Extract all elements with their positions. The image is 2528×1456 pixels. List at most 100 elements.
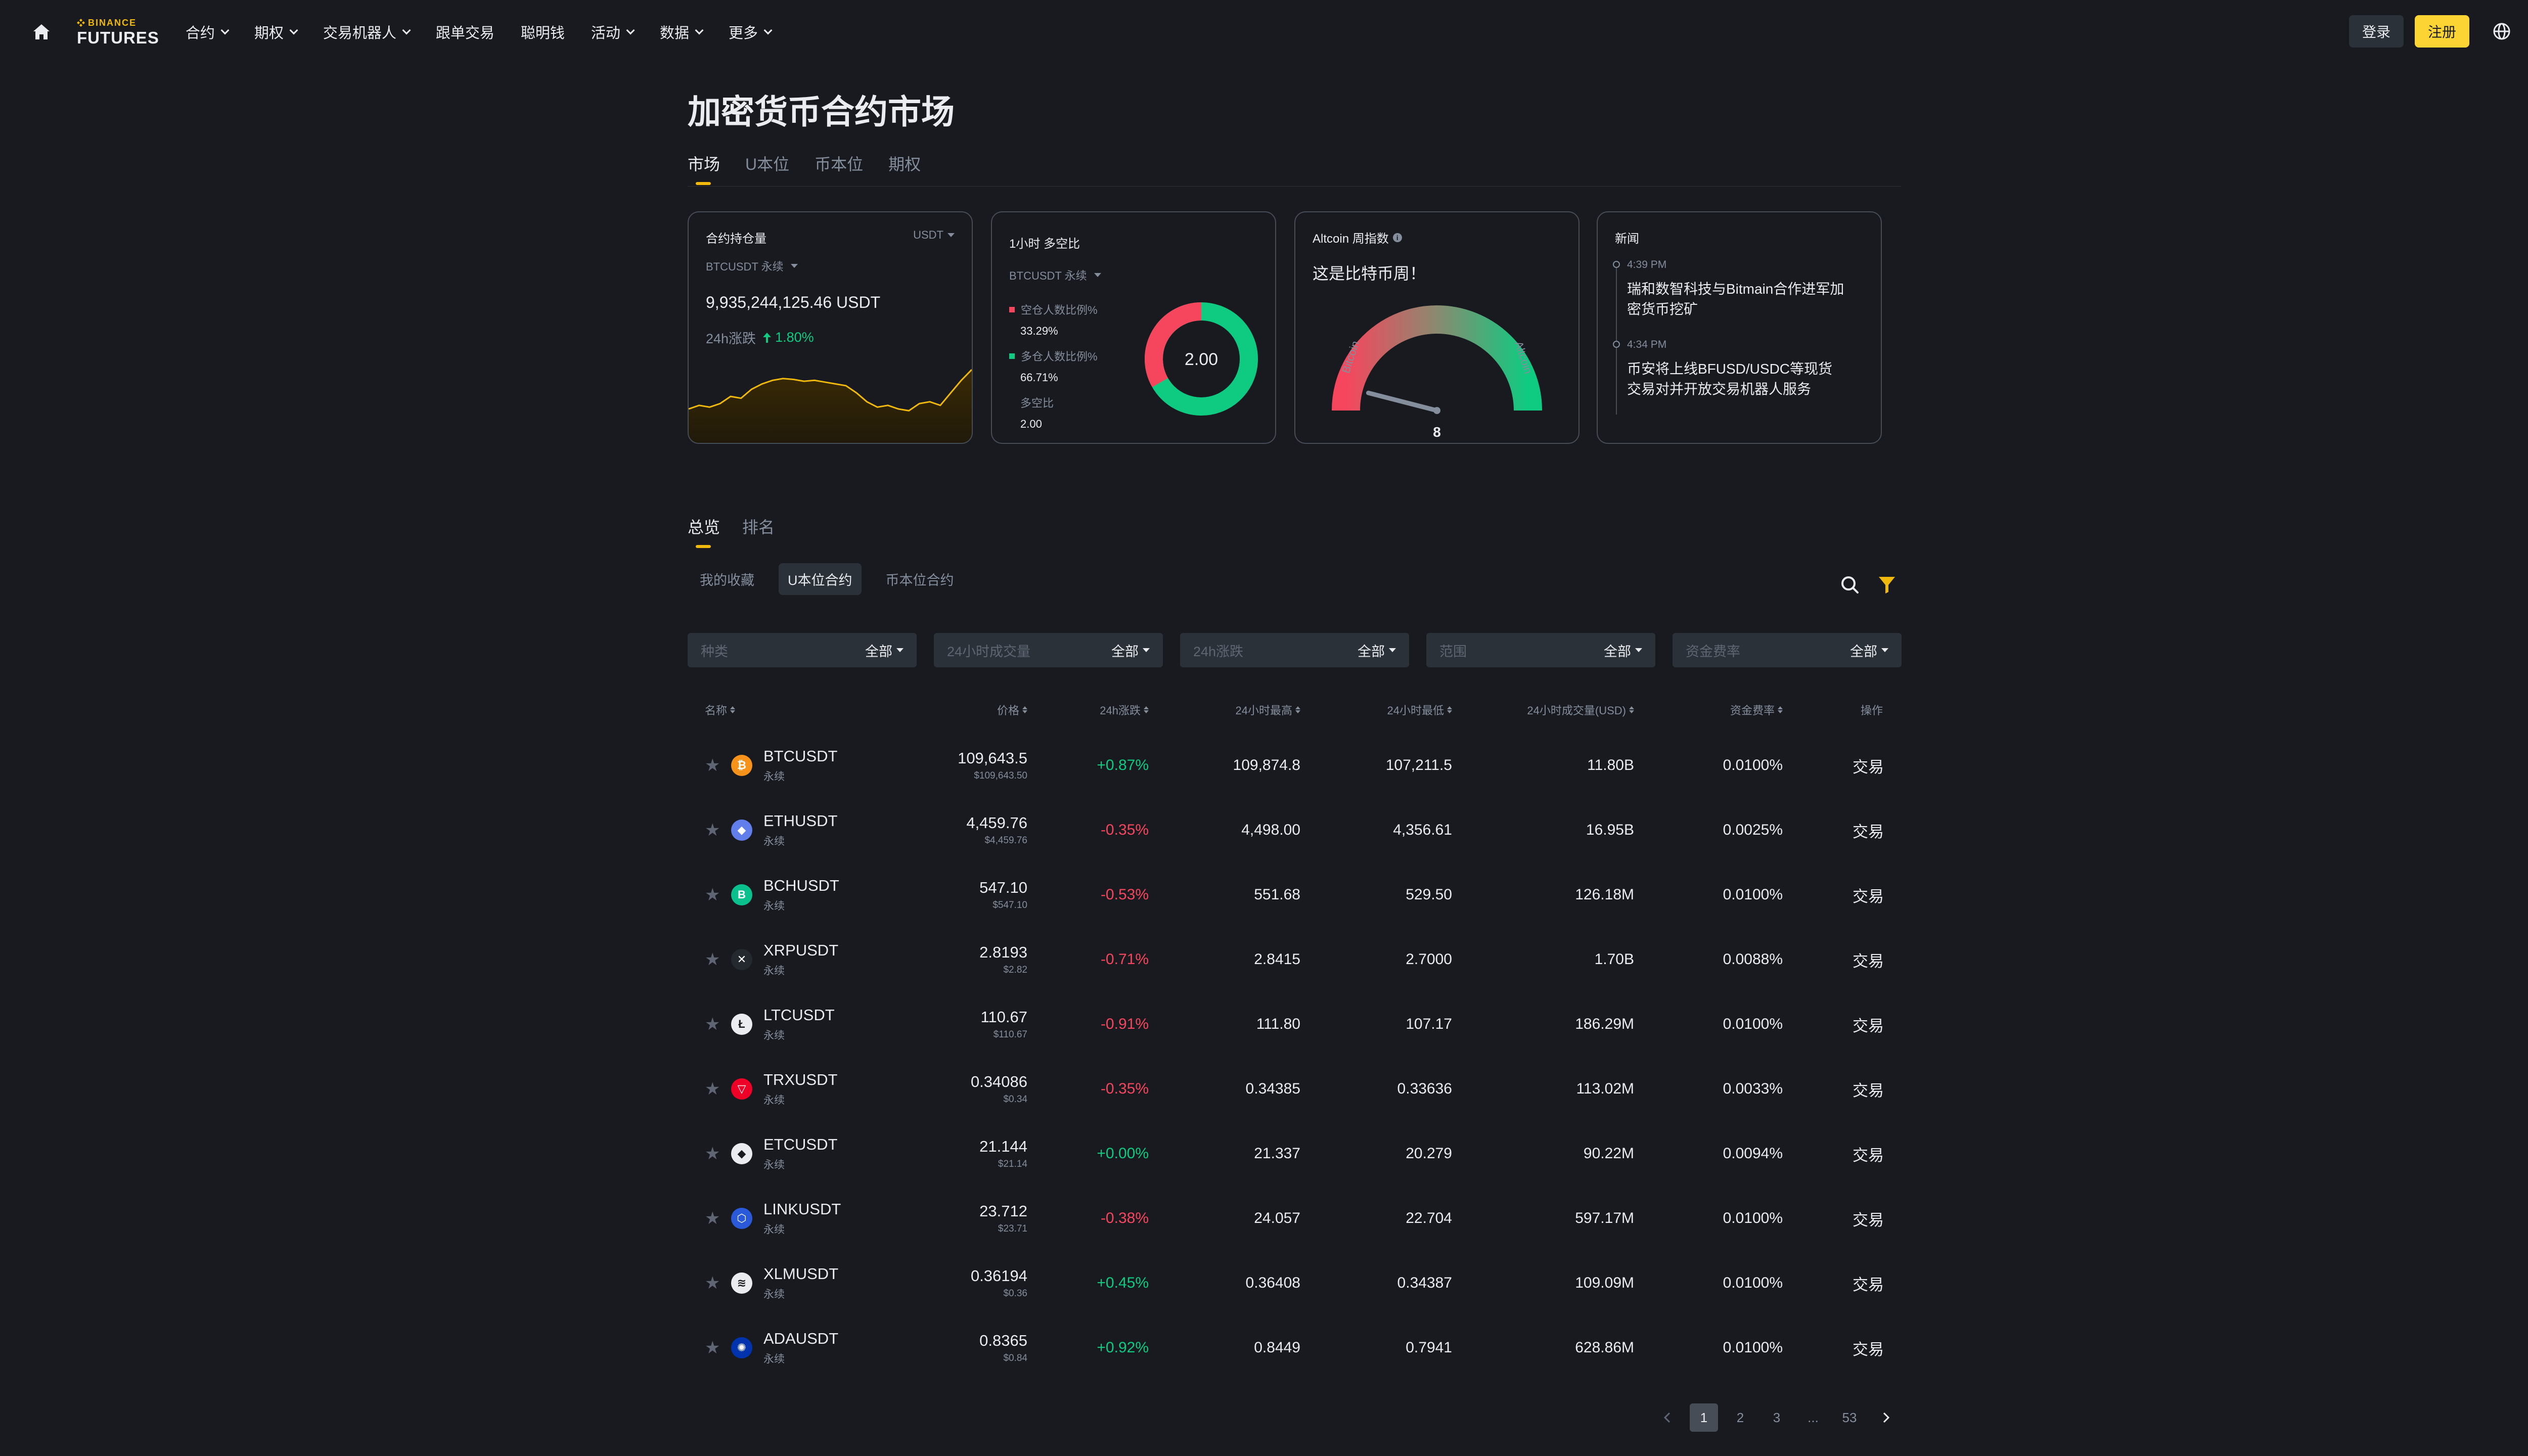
tab-overview[interactable]: 总览 [688,515,720,548]
header-high[interactable]: 24小时最高 [1236,702,1300,718]
table-row[interactable]: ★ ◆ ETHUSDT 永续 4,459.76 $4,459.76 -0.35% 4,498.… [688,798,1901,862]
filter-select[interactable]: 范围 全部 [1426,633,1655,667]
pair-selector[interactable]: BTCUSDT 永续 [1009,267,1101,283]
contract-type-tabs: 我的收藏 U本位合约 币本位合约 [691,563,963,595]
info-icon[interactable]: i [1392,233,1402,242]
chevron-down-icon [626,26,635,35]
nav-item[interactable]: 聪明钱 [521,21,565,42]
globe-icon[interactable] [2490,19,2514,43]
nav-item[interactable]: 期权 [254,21,298,42]
page-button[interactable]: 1 [1690,1403,1718,1432]
table-row[interactable]: ★ ✕ XRPUSDT 永续 2.8193 $2.82 -0.71% 2.8415 2.7000… [688,927,1901,992]
trade-link[interactable]: 交易 [1853,1251,1884,1315]
nav-item[interactable]: 数据 [660,21,704,42]
funding-rate: 0.0025% [1723,822,1783,838]
header-change[interactable]: 24h涨跌 [1100,702,1149,718]
long-value: 66.71% [1020,371,1058,384]
filter-select[interactable]: 24小时成交量 全部 [934,633,1163,667]
card-title: 1小时 多空比 [1009,237,1080,251]
nav-item[interactable]: 更多 [729,21,773,42]
arrow-up-icon [763,332,772,343]
trade-link[interactable]: 交易 [1853,798,1884,862]
table-header: 名称 价格 24h涨跌 24小时最高 24小时最低 24小时成交量(USD) 资… [688,702,1901,724]
nav-item[interactable]: 活动 [591,21,635,42]
long-short-ratio-card[interactable]: 1小时 多空比 BTCUSDT 永续 空仓人数比例% 33.29% 多仓人数比例… [991,211,1276,444]
home-icon[interactable] [30,21,53,43]
trade-link[interactable]: 交易 [1853,927,1884,992]
altcoin-index-card[interactable]: Altcoin 周指数 i 这是比特币周！ Bitcoin Altcoin 8 [1294,211,1579,444]
news-item[interactable]: 4:39 PM 瑞和数智科技与Bitmain合作进军加密货币挖矿 [1613,259,1844,320]
chevron-left-icon[interactable] [1653,1403,1682,1432]
header-funding-label: 资金费率 [1730,704,1775,717]
table-row[interactable]: ★ Ł LTCUSDT 永续 110.67 $110.67 -0.91% 111.80 107.… [688,992,1901,1057]
header-funding[interactable]: 资金费率 [1730,702,1783,718]
filter-select[interactable]: 24h涨跌 全部 [1180,633,1409,667]
sort-icon [730,706,736,713]
page-title: 加密货币合约市场 [688,93,955,130]
filter-select[interactable]: 资金费率 全部 [1673,633,1902,667]
nav-item[interactable]: 合约 [186,21,230,42]
page-button[interactable]: 2 [1726,1403,1754,1432]
filter-icon[interactable] [1878,575,1896,595]
ratio-value: 2.00 [1020,418,1042,430]
table-row[interactable]: ★ B BCHUSDT 永续 547.10 $547.10 -0.53% 551.68 529.… [688,862,1901,927]
filter-bar: 种类 全部 24小时成交量 全部 24h涨跌 全部 范围 全部 资金费率 全部 [688,633,1902,667]
trade-link[interactable]: 交易 [1853,1121,1884,1186]
tab-usdt-contracts[interactable]: U本位合约 [779,563,862,595]
caret-down-icon [1094,273,1101,277]
pair-selector[interactable]: BTCUSDT 永续 [706,258,798,274]
ratio-legend: 多空比 2.00 [1009,394,1054,431]
binance-futures-logo[interactable]: BINANCE FUTURES [77,18,159,46]
header-price[interactable]: 价格 [997,702,1027,718]
search-icon[interactable] [1840,575,1860,595]
news-card[interactable]: 新闻 4:39 PM 瑞和数智科技与Bitmain合作进军加密货币挖矿 4:34… [1597,211,1882,444]
news-headline[interactable]: 瑞和数智科技与Bitmain合作进军加密货币挖矿 [1627,279,1844,320]
open-interest-sparkline [689,369,972,443]
trade-link[interactable]: 交易 [1853,1186,1884,1251]
open-interest-value: 9,935,244,125.46 USDT [706,293,881,311]
trade-link[interactable]: 交易 [1853,1057,1884,1121]
top-navigation-bar: BINANCE FUTURES 合约 期权 交易机器人 跟单交易 聪明钱 活动 数据 更多 登… [0,0,2528,64]
unit-selector[interactable]: USDT [913,229,955,242]
trade-link[interactable]: 交易 [1853,862,1884,927]
login-button[interactable]: 登录 [2349,15,2404,48]
register-button[interactable]: 注册 [2414,15,2469,48]
page-button[interactable]: 3 [1763,1403,1791,1432]
main-nav: 合约 期权 交易机器人 跟单交易 聪明钱 活动 数据 更多 [186,21,773,42]
tabs-divider [688,186,1901,187]
table-row[interactable]: ★ ✺ ADAUSDT 永续 0.8365 $0.84 +0.92% 0.8449 0.7941… [688,1315,1901,1380]
nav-item[interactable]: 交易机器人 [323,21,411,42]
sort-icon [1295,706,1300,713]
filter-value: 全部 [1850,644,1877,659]
filter-value: 全部 [865,644,892,659]
table-row[interactable]: ★ ≋ XLMUSDT 永续 0.36194 $0.36 +0.45% 0.36408 0.34… [688,1251,1901,1315]
header-low[interactable]: 24小时最低 [1387,702,1452,718]
gauge-needle [1366,390,1439,413]
tab-options[interactable]: 期权 [888,152,921,183]
page-button[interactable]: 53 [1835,1403,1864,1432]
tab-coin-margined[interactable]: 币本位 [815,152,863,183]
trade-link[interactable]: 交易 [1853,992,1884,1057]
news-headline[interactable]: 币安将上线BFUSD/USDC等现货交易对并开放交易机器人服务 [1627,359,1844,399]
filter-label: 资金费率 [1686,644,1740,659]
table-row[interactable]: ★ ◆ ETCUSDT 永续 21.144 $21.14 +0.00% 21.337 20.27… [688,1121,1901,1186]
market-tabs: 市场 U本位 币本位 期权 [688,152,921,185]
header-volume[interactable]: 24小时成交量(USD) [1527,702,1634,718]
filter-label: 24h涨跌 [1193,644,1244,659]
nav-item[interactable]: 跟单交易 [436,21,494,42]
trade-link[interactable]: 交易 [1853,1315,1884,1380]
table-row[interactable]: ★ ▽ TRXUSDT 永续 0.34086 $0.34 -0.35% 0.34385 0.33… [688,1057,1901,1121]
open-interest-card[interactable]: 合约持仓量 USDT BTCUSDT 永续 9,935,244,125.46 U… [688,211,973,444]
tab-market[interactable]: 市场 [688,152,720,185]
tab-favorites[interactable]: 我的收藏 [691,563,763,595]
trade-link[interactable]: 交易 [1853,733,1884,798]
table-row[interactable]: ★ ₿ BTCUSDT 永续 109,643.5 $109,643.50 +0.87% 109… [688,733,1901,798]
tab-usdt-margined[interactable]: U本位 [745,152,789,183]
chevron-right-icon[interactable] [1872,1403,1900,1432]
tab-ranking[interactable]: 排名 [742,515,775,546]
news-item[interactable]: 4:34 PM 币安将上线BFUSD/USDC等现货交易对并开放交易机器人服务 [1613,339,1844,399]
header-name[interactable]: 名称 [705,702,736,718]
table-row[interactable]: ★ ⬡ LINKUSDT 永续 23.712 $23.71 -0.38% 24.057 22.7… [688,1186,1901,1251]
tab-coin-contracts[interactable]: 币本位合约 [877,563,963,595]
filter-select[interactable]: 种类 全部 [688,633,917,667]
